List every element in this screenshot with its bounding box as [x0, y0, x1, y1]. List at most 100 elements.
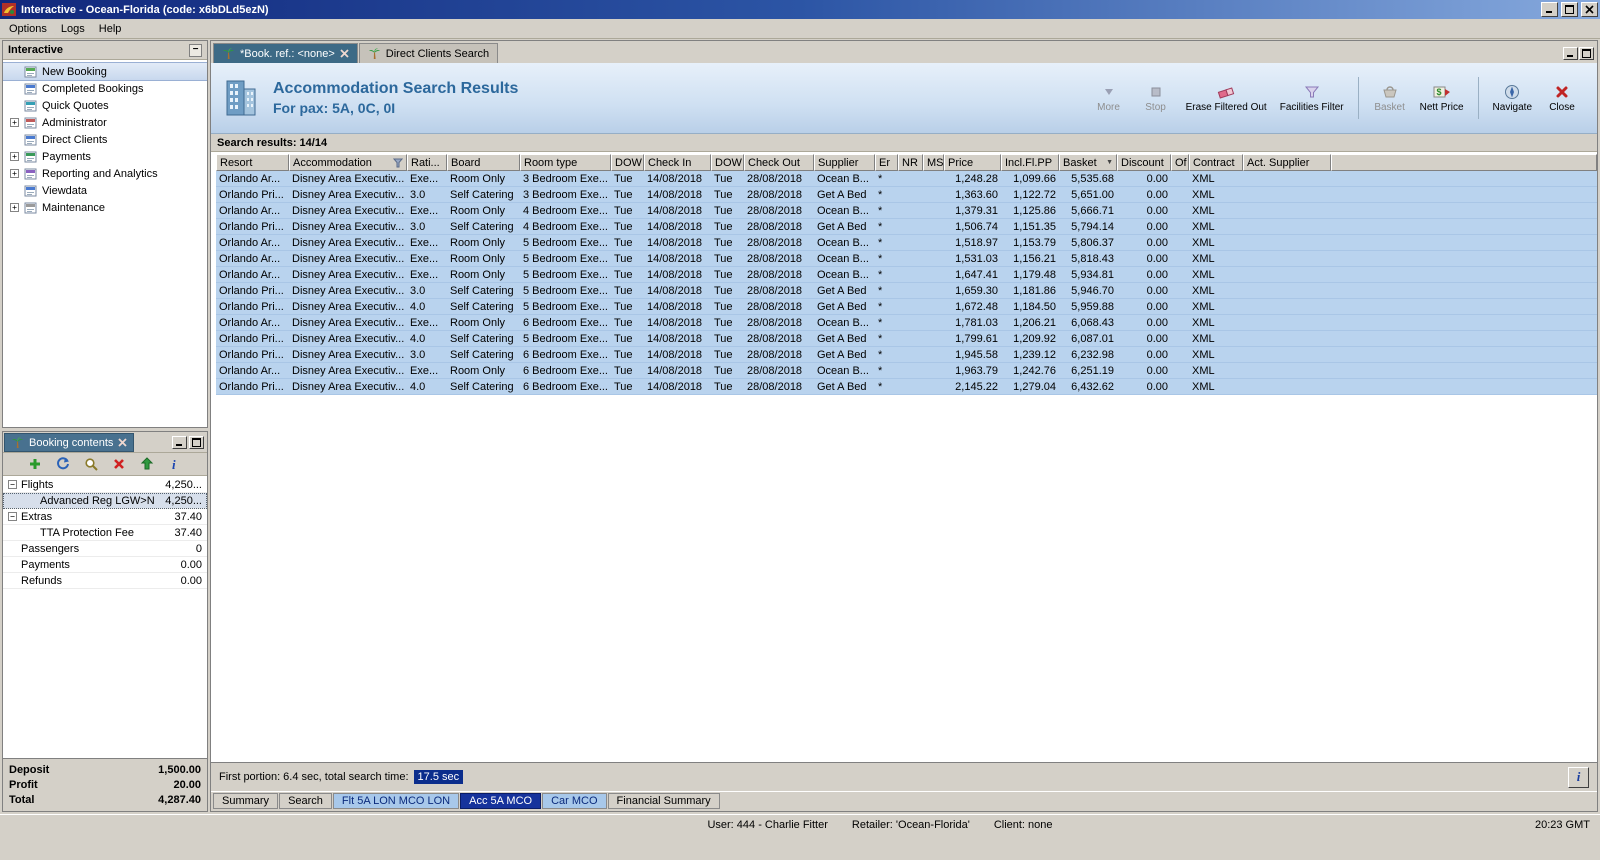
more-button[interactable]: More: [1088, 82, 1130, 115]
bottom-tab-summary[interactable]: Summary: [213, 793, 279, 809]
column-header-ms[interactable]: MS: [923, 154, 944, 171]
column-header-resort[interactable]: Resort: [216, 154, 289, 171]
status-retailer: Retailer: 'Ocean-Florida': [851, 818, 970, 831]
navigate-button[interactable]: Navigate: [1489, 82, 1536, 115]
column-header-board[interactable]: Board: [447, 154, 520, 171]
table-row[interactable]: Orlando Ar... Disney Area Executiv... Exe.…: [216, 171, 1597, 187]
sidebar-item-viewdata[interactable]: +Viewdata: [3, 182, 207, 199]
table-row[interactable]: Orlando Pri... Disney Area Executiv... 4.0…: [216, 379, 1597, 395]
booking-item-advanced-reg-lgw-n[interactable]: +Advanced Reg LGW>N4,250...: [3, 493, 207, 509]
column-header-contract[interactable]: Contract: [1189, 154, 1243, 171]
search-button[interactable]: [82, 455, 100, 473]
column-header-supplier[interactable]: Supplier: [814, 154, 875, 171]
sidebar-item-reporting-and-analytics[interactable]: + Reporting and Analytics: [3, 165, 207, 182]
close-button[interactable]: Close: [1541, 82, 1583, 115]
table-row[interactable]: Orlando Ar... Disney Area Executiv... Exe.…: [216, 267, 1597, 283]
bottom-tab-flt-5a-lon-mco-lon[interactable]: Flt 5A LON MCO LON: [332, 793, 460, 809]
expander-icon[interactable]: −: [8, 512, 17, 521]
window-minimize-button[interactable]: [1541, 2, 1558, 17]
window-close-button[interactable]: [1581, 2, 1598, 17]
cell: 28/08/2018: [747, 332, 803, 345]
table-row[interactable]: Orlando Pri... Disney Area Executiv... 4.0…: [216, 299, 1597, 315]
bottom-tab-car-mco[interactable]: Car MCO: [542, 793, 607, 809]
booking-contents-close-icon[interactable]: [118, 438, 128, 447]
document-tab-direct-clients-search[interactable]: Direct Clients Search: [358, 43, 499, 63]
table-row[interactable]: Orlando Pri... Disney Area Executiv... 3.0…: [216, 219, 1597, 235]
sidebar-item-payments[interactable]: + Payments: [3, 148, 207, 165]
column-header-dow[interactable]: DOW: [611, 154, 644, 171]
mdi-restore-button[interactable]: [1579, 47, 1594, 60]
refresh-button[interactable]: [54, 455, 72, 473]
erase-filtered-out-button[interactable]: Erase Filtered Out: [1182, 82, 1271, 115]
booking-panel-maximize-button[interactable]: [189, 436, 204, 449]
expander-icon[interactable]: +: [10, 118, 19, 127]
booking-item-refunds[interactable]: +Refunds0.00: [3, 573, 207, 589]
table-row[interactable]: Orlando Ar... Disney Area Executiv... Exe.…: [216, 203, 1597, 219]
column-header-er[interactable]: Er: [875, 154, 898, 171]
booking-item-payments[interactable]: +Payments0.00: [3, 557, 207, 573]
bottom-tab-acc-5a-mco[interactable]: Acc 5A MCO: [460, 793, 542, 809]
window-maximize-button[interactable]: [1561, 2, 1578, 17]
document-tab-book-ref-none[interactable]: *Book. ref.: <none>: [213, 43, 358, 63]
cell: Get A Bed: [817, 332, 867, 345]
menu-logs[interactable]: Logs: [54, 20, 92, 38]
info-button[interactable]: i: [1568, 766, 1589, 788]
bottom-tab-financial-summary[interactable]: Financial Summary: [607, 793, 720, 809]
table-row[interactable]: Orlando Ar... Disney Area Executiv... Exe.…: [216, 315, 1597, 331]
booking-contents-tab[interactable]: Booking contents: [4, 433, 135, 452]
menu-help[interactable]: Help: [92, 20, 129, 38]
item-info-button[interactable]: i: [166, 455, 184, 473]
facilities-filter-button[interactable]: Facilities Filter: [1276, 82, 1348, 115]
bottom-tab-search[interactable]: Search: [279, 793, 332, 809]
sidebar-item-direct-clients[interactable]: +Direct Clients: [3, 131, 207, 148]
transfer-button[interactable]: [138, 455, 156, 473]
column-header-accommodation[interactable]: Accommodation: [289, 154, 407, 171]
column-header-check-out[interactable]: Check Out: [744, 154, 814, 171]
table-row[interactable]: Orlando Pri... Disney Area Executiv... 4.0…: [216, 331, 1597, 347]
sidebar-tree: +New Booking+Completed Bookings+Quick Qu…: [3, 60, 207, 427]
sidebar-item-quick-quotes[interactable]: +Quick Quotes: [3, 97, 207, 114]
table-row[interactable]: Orlando Pri... Disney Area Executiv... 3.0…: [216, 283, 1597, 299]
sidebar-item-administrator[interactable]: + Administrator: [3, 114, 207, 131]
table-row[interactable]: Orlando Pri... Disney Area Executiv... 3.0…: [216, 187, 1597, 203]
table-row[interactable]: Orlando Ar... Disney Area Executiv... Exe.…: [216, 235, 1597, 251]
expander-icon[interactable]: −: [8, 480, 17, 489]
mdi-minimize-button[interactable]: [1563, 47, 1578, 60]
stop-button[interactable]: Stop: [1135, 82, 1177, 115]
basket-button[interactable]: Basket: [1369, 82, 1411, 115]
nett-price-button[interactable]: $ Nett Price: [1416, 82, 1468, 115]
expander-icon[interactable]: +: [10, 152, 19, 161]
cell: 1,672.48: [955, 300, 998, 313]
sidebar-item-completed-bookings[interactable]: +Completed Bookings: [3, 80, 207, 97]
booking-item-flights[interactable]: − Flights 4,250...: [3, 477, 207, 493]
column-header-basket[interactable]: Basket ▼: [1059, 154, 1117, 171]
booking-item-extras[interactable]: − Extras 37.40: [3, 509, 207, 525]
column-header-label: Supplier: [818, 156, 859, 169]
cell: 4.0: [410, 300, 426, 313]
booking-item-passengers[interactable]: +Passengers0: [3, 541, 207, 557]
add-item-button[interactable]: [26, 455, 44, 473]
column-header-of[interactable]: Of: [1171, 154, 1189, 171]
column-header-room-type[interactable]: Room type: [520, 154, 611, 171]
column-header-rati[interactable]: Rati...: [407, 154, 447, 171]
menu-options[interactable]: Options: [2, 20, 54, 38]
column-header-check-in[interactable]: Check In: [644, 154, 711, 171]
booking-panel-minimize-button[interactable]: [172, 436, 187, 449]
expander-icon[interactable]: +: [10, 169, 19, 178]
column-header-nr[interactable]: NR: [898, 154, 923, 171]
panel-collapse-button[interactable]: −: [189, 43, 202, 57]
results-subtitle: For pax: 5A, 0C, 0I: [273, 100, 396, 117]
column-header-act-supplier[interactable]: Act. Supplier: [1243, 154, 1331, 171]
sidebar-item-new-booking[interactable]: +New Booking: [3, 62, 207, 81]
table-row[interactable]: Orlando Ar... Disney Area Executiv... Exe.…: [216, 363, 1597, 379]
column-header-price[interactable]: Price: [944, 154, 1001, 171]
booking-item-tta-protection-fee[interactable]: +TTA Protection Fee37.40: [3, 525, 207, 541]
expander-icon[interactable]: +: [10, 203, 19, 212]
table-row[interactable]: Orlando Ar... Disney Area Executiv... Exe.…: [216, 251, 1597, 267]
column-header-discount[interactable]: Discount: [1117, 154, 1171, 171]
delete-item-button[interactable]: [110, 455, 128, 473]
table-row[interactable]: Orlando Pri... Disney Area Executiv... 3.0…: [216, 347, 1597, 363]
sidebar-item-maintenance[interactable]: + Maintenance: [3, 199, 207, 216]
column-header-incl-fl-pp[interactable]: Incl.Fl.PP: [1001, 154, 1059, 171]
column-header-dow[interactable]: DOW: [711, 154, 744, 171]
